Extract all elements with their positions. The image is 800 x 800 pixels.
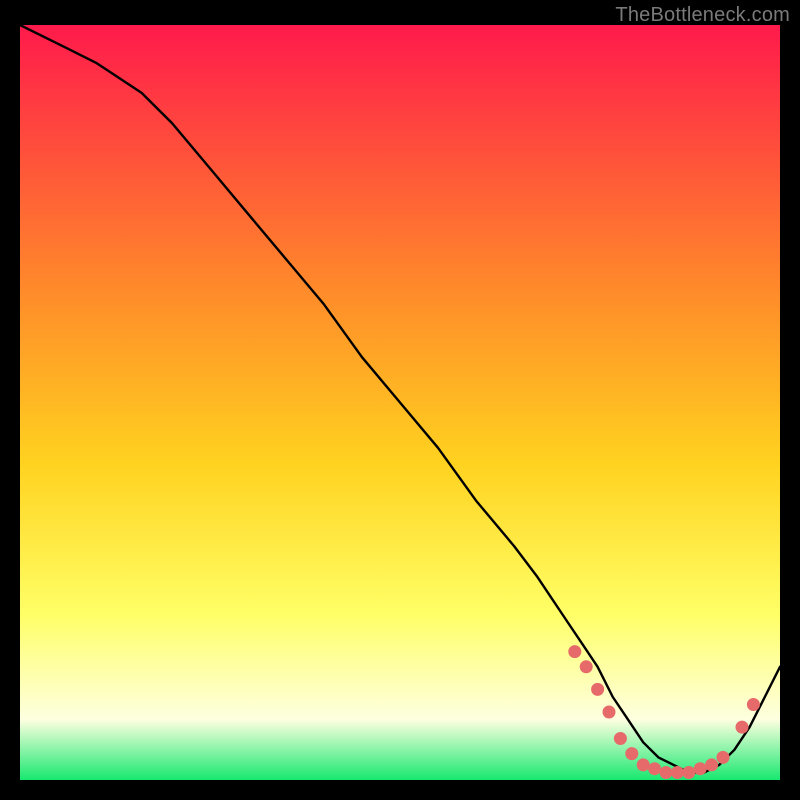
curve-marker (717, 751, 730, 764)
curve-marker (671, 766, 684, 779)
curve-marker (660, 766, 673, 779)
curve-marker (705, 758, 718, 771)
curve-marker (591, 683, 604, 696)
chart-canvas: TheBottleneck.com (0, 0, 800, 800)
curve-marker (648, 762, 661, 775)
curve-marker (682, 766, 695, 779)
curve-marker (637, 758, 650, 771)
curve-marker (580, 660, 593, 673)
curve-marker (614, 732, 627, 745)
curve-marker (736, 721, 749, 734)
attribution-label: TheBottleneck.com (615, 4, 790, 27)
plot-area (20, 25, 780, 780)
curve-marker (603, 706, 616, 719)
curve-marker (694, 762, 707, 775)
curve-marker (568, 645, 581, 658)
curve-marker (747, 698, 760, 711)
chart-svg (20, 25, 780, 780)
curve-marker (625, 747, 638, 760)
